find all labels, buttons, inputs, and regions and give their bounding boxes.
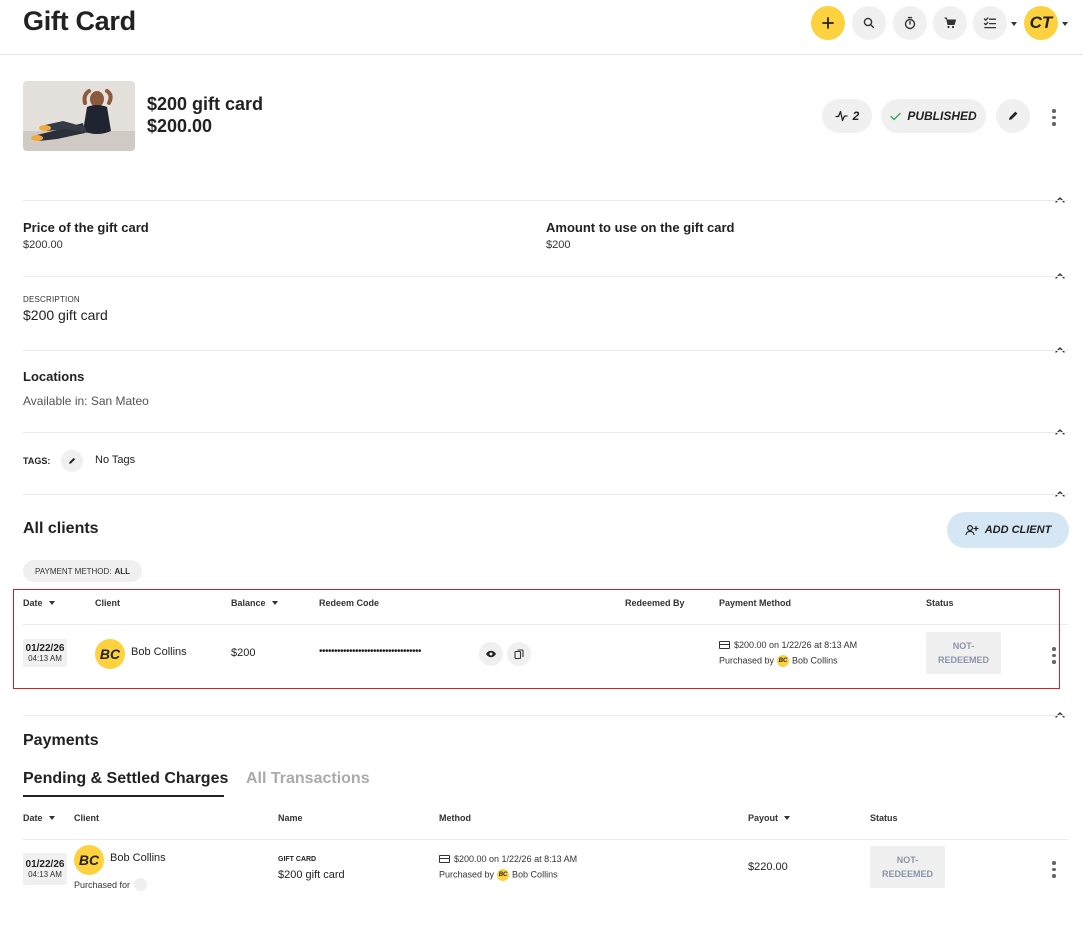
cart-button[interactable] [933, 6, 967, 40]
tasks-dropdown-caret-icon[interactable] [1011, 22, 1017, 26]
col-client-header: Client [74, 813, 100, 823]
payments-title: Payments [23, 732, 99, 749]
locations-value: Available in: San Mateo [23, 394, 149, 408]
plus-icon [822, 17, 834, 29]
search-button[interactable] [852, 6, 886, 40]
tags-label: TAGS: [23, 456, 51, 466]
col-name-header: Name [278, 813, 303, 823]
col-method-header: Method [439, 813, 471, 823]
header-divider [0, 54, 1083, 55]
item-name: $200 gift card [278, 869, 345, 881]
col-date-header[interactable]: Date [23, 813, 55, 823]
purchaser-name[interactable]: Bob Collins [512, 869, 558, 879]
add-client-button[interactable]: ADD CLIENT [947, 512, 1069, 548]
tasks-button[interactable] [973, 6, 1007, 40]
table-header-divider [23, 839, 1068, 840]
active-tab-underline [23, 795, 224, 797]
published-status-label: PUBLISHED [907, 109, 977, 123]
product-price: $200.00 [147, 116, 213, 136]
method-line: $200.00 on 1/22/26 at 8:13 AM [439, 854, 577, 864]
edit-tags-button[interactable] [61, 450, 83, 472]
filter-value: ALL [114, 566, 131, 576]
product-name: $200 gift card [147, 94, 264, 114]
row-more-menu[interactable] [1052, 861, 1056, 878]
highlight-frame [13, 589, 1060, 689]
amount-value: $200 [546, 239, 571, 251]
activity-icon [835, 110, 848, 122]
filter-label: PAYMENT METHOD: [35, 566, 112, 576]
price-value: $200.00 [23, 239, 63, 251]
purchased-by-line: Purchased by BC Bob Collins [439, 869, 558, 881]
timer-button[interactable] [893, 6, 927, 40]
item-type-label: GIFT CARD [278, 856, 317, 863]
product-more-menu[interactable] [1052, 109, 1056, 126]
status-badge: NOT- REDEEMED [870, 846, 945, 888]
description-label: DESCRIPTION [23, 295, 80, 304]
section-divider [23, 200, 1068, 201]
section-divider [23, 432, 1068, 433]
sort-caret-icon [48, 816, 55, 820]
user-avatar[interactable]: CT [1024, 6, 1058, 40]
amount-label: Amount to use on the gift card [546, 220, 735, 235]
edit-product-button[interactable] [996, 99, 1030, 133]
purchaser-avatar: BC [497, 869, 510, 881]
add-button[interactable] [811, 6, 845, 40]
sort-caret-icon [784, 816, 791, 820]
all-clients-title: All clients [23, 520, 99, 537]
price-label: Price of the gift card [23, 220, 149, 235]
product-image [23, 81, 135, 151]
user-dropdown-caret-icon[interactable] [1062, 22, 1068, 26]
client-name[interactable]: Bob Collins [110, 852, 166, 864]
description-value: $200 gift card [23, 307, 108, 323]
tab-pending-settled[interactable]: Pending & Settled Charges [23, 770, 228, 788]
pencil-icon [1009, 111, 1018, 120]
cart-icon [944, 17, 956, 29]
section-divider [23, 715, 1068, 716]
row-date: 01/22/26 04:13 AM [23, 853, 67, 885]
purchased-for-avatar [134, 878, 148, 891]
section-divider [23, 494, 1068, 495]
tags-value: No Tags [95, 454, 136, 466]
stopwatch-icon [904, 16, 916, 30]
tab-all-transactions[interactable]: All Transactions [246, 770, 370, 788]
purchased-for-line: Purchased for [74, 878, 148, 891]
page-title: Gift Card [23, 6, 136, 36]
col-status-header: Status [870, 813, 898, 823]
section-divider [23, 276, 1068, 277]
col-payout-header[interactable]: Payout [748, 813, 791, 823]
credit-card-icon [439, 855, 450, 863]
payout-value: $220.00 [748, 861, 788, 873]
payment-method-filter[interactable]: PAYMENT METHOD: ALL [23, 560, 143, 582]
activity-count: 2 [852, 109, 860, 123]
activity-button[interactable]: 2 [822, 99, 872, 133]
checklist-icon [983, 17, 997, 29]
client-avatar[interactable]: BC [74, 845, 104, 875]
section-divider [23, 350, 1068, 351]
check-icon [890, 112, 902, 120]
locations-label: Locations [23, 369, 85, 384]
published-status-button[interactable]: PUBLISHED [881, 99, 986, 133]
pencil-icon [69, 457, 76, 464]
add-client-label: ADD CLIENT [984, 524, 1052, 536]
add-user-icon [965, 524, 979, 536]
search-icon [863, 17, 875, 29]
